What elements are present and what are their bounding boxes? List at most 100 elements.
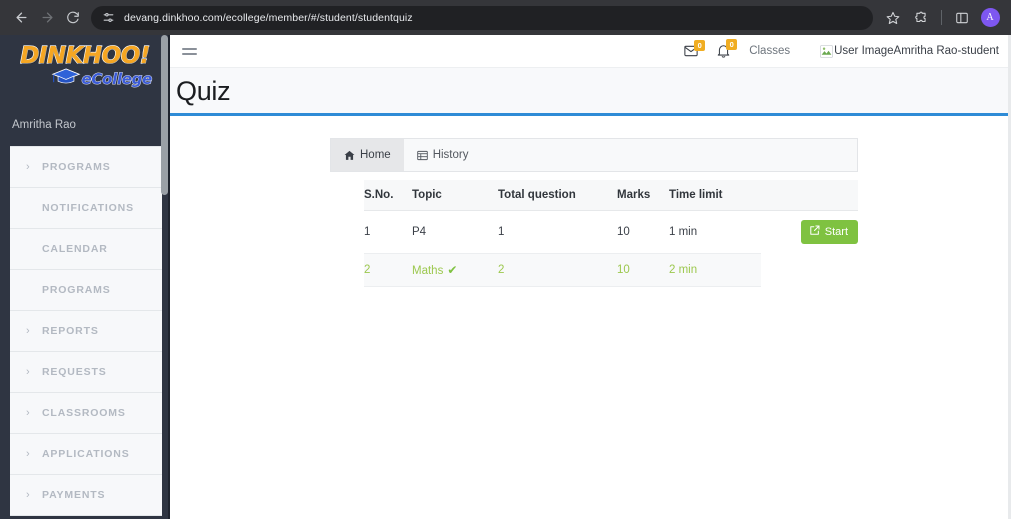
cell-sno: 1: [364, 210, 412, 254]
quiz-card: Home History S.No. Topic Total question …: [330, 138, 858, 287]
cell-topic: P4: [412, 210, 498, 254]
classes-link[interactable]: Classes: [749, 45, 790, 57]
bell-icon[interactable]: 0: [717, 39, 738, 58]
header-user-name: Amritha Rao-student: [893, 45, 999, 57]
table-row: 1 P4 1 10 1 min Start: [364, 210, 858, 254]
sidebar-item-calendar[interactable]: › CALENDAR: [10, 229, 162, 270]
table-head: S.No. Topic Total question Marks Time li…: [364, 180, 858, 211]
app-header: 0 0 Classes User Image Amritha Rao-stude…: [170, 35, 1011, 68]
chevron-right-icon: ›: [26, 366, 31, 378]
profile-initial: A: [980, 8, 1000, 27]
side-panel-icon[interactable]: [949, 5, 975, 31]
tab-label: Home: [360, 149, 391, 161]
sidebar-item-requests[interactable]: › REQUESTS: [10, 352, 162, 393]
page-title-bar: Quiz: [170, 68, 1011, 116]
sidebar-item-classrooms[interactable]: › CLASSROOMS: [10, 393, 162, 434]
cell-action: [761, 253, 858, 286]
sidebar-item-label: PROGRAMS: [42, 161, 111, 173]
sidebar-item-programs[interactable]: › PROGRAMS: [10, 147, 162, 188]
column-header-topic: Topic: [412, 180, 498, 211]
home-icon: [344, 150, 355, 161]
sidebar-item-payments[interactable]: › PAYMENTS: [10, 475, 162, 516]
avatar: User Image: [820, 44, 894, 58]
profile-avatar[interactable]: A: [977, 5, 1003, 31]
start-button[interactable]: Start: [800, 220, 858, 244]
envelope-icon[interactable]: 0: [684, 40, 706, 57]
chevron-right-icon: ›: [26, 489, 31, 501]
logo-title: DINKHOO!: [20, 42, 151, 69]
app-window: DINKHOO! eCollege Amritha Rao › PROGRAMS: [0, 35, 1011, 519]
brand-logo[interactable]: DINKHOO! eCollege: [0, 35, 170, 101]
column-header-total-question: Total question: [498, 180, 617, 211]
logo-subtitle-row: eCollege: [10, 67, 160, 90]
sidebar-item-label: PROGRAMS: [42, 284, 111, 296]
column-header-action: [761, 180, 858, 211]
tab-home[interactable]: Home: [331, 139, 404, 171]
tab-bar: Home History: [330, 138, 858, 172]
chevron-right-icon: ›: [26, 448, 31, 460]
cell-time-limit: 1 min: [669, 210, 761, 254]
avatar-alt-text: User Image: [834, 45, 894, 57]
sidebar-item-label: REQUESTS: [42, 366, 107, 378]
sidebar-item-reports[interactable]: › REPORTS: [10, 311, 162, 352]
star-icon[interactable]: [880, 5, 906, 31]
cell-action: Start: [761, 211, 858, 254]
sidebar-item-label: REPORTS: [42, 325, 99, 337]
table-row: 2 Maths ✔ 2 10 2 min: [364, 253, 858, 287]
column-header-time-limit: Time limit: [669, 180, 761, 211]
user-menu[interactable]: User Image Amritha Rao-student: [820, 44, 1005, 58]
chevron-right-icon: ›: [26, 325, 31, 337]
main-area: 0 0 Classes User Image Amritha Rao-stude…: [170, 35, 1011, 519]
hamburger-icon[interactable]: [182, 41, 200, 61]
cell-sno: 2: [364, 253, 412, 287]
check-icon: ✔: [447, 262, 458, 277]
broken-image-icon: [820, 44, 834, 58]
list-table-icon: [416, 150, 428, 161]
sidebar-scrollbar-thumb[interactable]: [161, 35, 168, 195]
table-header-row: S.No. Topic Total question Marks Time li…: [364, 180, 858, 211]
cell-topic-label: Maths: [412, 264, 444, 277]
table-body: 1 P4 1 10 1 min Start 2 Maths ✔ 2 10 2 m…: [364, 210, 858, 287]
sidebar-item-applications[interactable]: › APPLICATIONS: [10, 434, 162, 475]
back-arrow-icon[interactable]: [8, 5, 34, 31]
chevron-right-icon: ›: [26, 161, 31, 173]
logo-ecollege-text: eCollege: [81, 69, 153, 88]
reload-icon[interactable]: [60, 5, 86, 31]
cell-time-limit: 2 min: [669, 253, 761, 287]
sidebar-item-label: APPLICATIONS: [42, 448, 130, 460]
url-text: devang.dinkhoo.com/ecollege/member/#/stu…: [124, 11, 413, 24]
tab-label: History: [432, 149, 469, 161]
forward-arrow-icon[interactable]: [34, 5, 60, 31]
external-link-icon: [809, 225, 820, 239]
page-title: Quiz: [176, 76, 231, 106]
chevron-right-icon: ›: [26, 407, 31, 419]
notifications-badge: 0: [726, 39, 738, 50]
toolbar-divider: [941, 10, 942, 25]
column-header-sno: S.No.: [364, 180, 412, 211]
site-settings-icon[interactable]: [101, 11, 115, 25]
messages-badge: 0: [694, 40, 706, 51]
sidebar-user-name: Amritha Rao: [12, 119, 76, 131]
sidebar-item-label: CALENDAR: [42, 243, 108, 255]
start-button-label: Start: [824, 226, 848, 238]
sidebar-item-label: PAYMENTS: [42, 489, 106, 501]
header-actions: 0 0 Classes User Image Amritha Rao-stude…: [684, 39, 1005, 58]
tab-history[interactable]: History: [404, 139, 482, 171]
quiz-table: S.No. Topic Total question Marks Time li…: [364, 180, 858, 287]
browser-toolbar: devang.dinkhoo.com/ecollege/member/#/stu…: [0, 0, 1011, 35]
sidebar-item-label: CLASSROOMS: [42, 407, 126, 419]
graduation-cap-icon: [51, 67, 81, 90]
sidebar-item-label: NOTIFICATIONS: [42, 202, 134, 214]
cell-marks: 10: [617, 253, 669, 287]
content-area: Home History S.No. Topic Total question …: [170, 116, 1011, 519]
cell-total-question: 2: [498, 253, 617, 287]
cell-topic: Maths ✔: [412, 253, 498, 287]
address-bar[interactable]: devang.dinkhoo.com/ecollege/member/#/stu…: [91, 5, 873, 30]
sidebar-item-programs-2[interactable]: › PROGRAMS: [10, 270, 162, 311]
sidebar-item-notifications[interactable]: › NOTIFICATIONS: [10, 188, 162, 229]
sidebar: DINKHOO! eCollege Amritha Rao › PROGRAMS: [0, 35, 170, 519]
cell-total-question: 1: [498, 210, 617, 254]
browser-actions: A: [880, 5, 1003, 31]
puzzle-icon[interactable]: [908, 5, 934, 31]
cell-marks: 10: [617, 210, 669, 254]
